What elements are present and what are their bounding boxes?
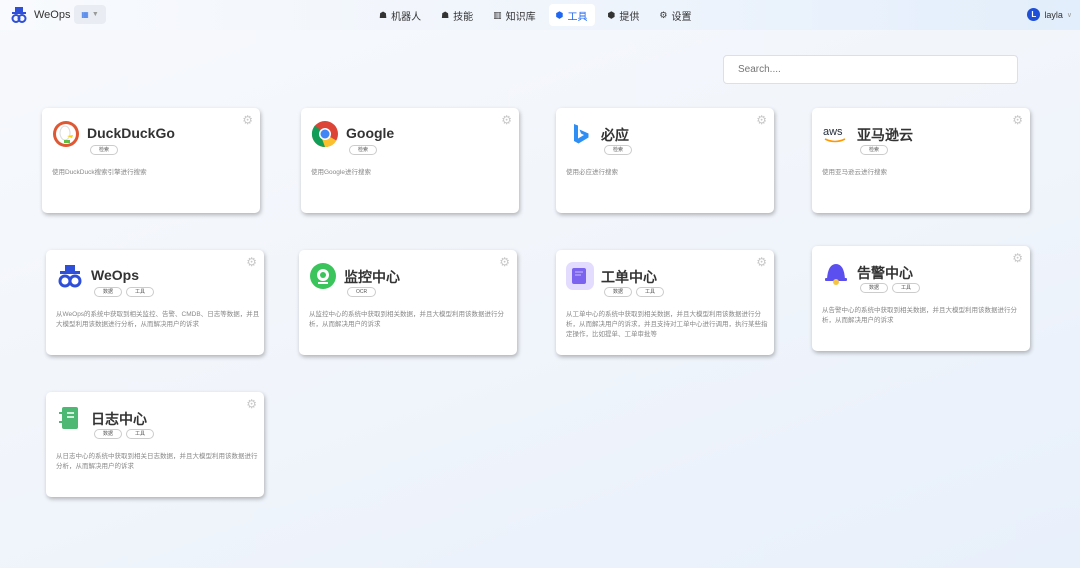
- nav-tab-3[interactable]: ⬢ 工具: [548, 4, 595, 26]
- skill-icon: ☗: [441, 9, 450, 20]
- nav-tab-2[interactable]: ▥ 知识库: [486, 4, 543, 26]
- tag-badge: 工具: [892, 283, 921, 293]
- gear-icon[interactable]: ⚙: [242, 113, 253, 127]
- tool-description: 从告警中心的系统中获取到相关数据，并且大模型利用该数据进行分析，从而解决用户的诉…: [822, 307, 1017, 324]
- tag-list: 检索: [860, 145, 889, 155]
- gear-icon[interactable]: ⚙: [1012, 251, 1023, 265]
- tag-badge: 工具: [636, 287, 665, 297]
- tool-description: 从日志中心的系统中获取到相关日志数据，并且大模型利用该数据进行分析，从而解决用户…: [56, 453, 258, 470]
- tag-list: 检索: [604, 145, 633, 155]
- tag-list: 数据 工具: [604, 287, 665, 297]
- tag-badge: 数据: [94, 429, 123, 439]
- aws-logo-icon: aws: [822, 120, 850, 148]
- tag-badge: 数据: [94, 287, 123, 297]
- tool-title: DuckDuckGo: [87, 125, 175, 141]
- brand-name: WeOps: [34, 9, 71, 21]
- gear-icon: ⚙: [659, 9, 668, 20]
- tool-title: WeOps: [91, 267, 139, 283]
- robot-icon: ☗: [379, 9, 388, 20]
- nav-tab-5[interactable]: ⚙ 设置: [652, 4, 698, 26]
- nav-tab-1[interactable]: ☗ 技能: [434, 4, 480, 26]
- tag-badge: 检索: [90, 145, 119, 155]
- bell-icon-icon: [822, 258, 850, 286]
- tool-card[interactable]: ⚙ 工单中心 数据 工具 从工单中心的系统中获取到相关数据，并且大模型利用该数据进…: [556, 250, 774, 355]
- tool-description: 从WeOps的系统中获取到相关监控、告警、CMDB、日志等数据，并且大模型利用该…: [56, 311, 260, 328]
- nav-tab-label: 机器人: [391, 11, 422, 23]
- tool-description: 使用必应进行搜索: [566, 169, 618, 176]
- monitor-icon-icon: [309, 262, 337, 290]
- tool-title: 监控中心: [344, 269, 400, 285]
- gear-icon[interactable]: ⚙: [246, 255, 257, 269]
- chrome-logo-icon: [311, 120, 339, 148]
- tool-description: 使用DuckDuck搜索引擎进行搜索: [52, 169, 147, 176]
- tool-title: 亚马逊云: [857, 127, 913, 143]
- tool-title: 必应: [601, 127, 629, 143]
- tool-card[interactable]: ⚙ aws 亚马逊云 检索 使用亚马逊云进行搜索: [812, 108, 1030, 213]
- tool-description: 使用亚马逊云进行搜索: [822, 169, 887, 176]
- tool-card[interactable]: ⚙ WeOps 数据 工具 从WeOps的系统中获取到相关监控、告警、CMDB、日…: [46, 250, 264, 355]
- nav-tab-0[interactable]: ☗ 机器人: [372, 4, 428, 26]
- tool-title: Google: [346, 125, 395, 141]
- tag-list: 数据 工具: [94, 287, 155, 297]
- tool-description: 从监控中心的系统中获取到相关数据，并且大模型利用该数据进行分析，从而解决用户的诉…: [309, 311, 504, 328]
- provider-icon: ⬢: [607, 9, 616, 20]
- chevron-down-icon: ▼: [91, 11, 99, 18]
- app-switcher[interactable]: ▦ ▼: [74, 5, 106, 24]
- nav-tab-4[interactable]: ⬢ 提供: [601, 4, 647, 26]
- tag-badge: 检索: [349, 145, 378, 155]
- main-nav: ☗ 机器人 ☗ 技能 ▥ 知识库 ⬢ 工具 ⬢ 提供 ⚙ 设置: [372, 4, 698, 26]
- gear-icon[interactable]: ⚙: [756, 113, 767, 127]
- nav-tab-label: 技能: [453, 11, 474, 23]
- tool-title: 工单中心: [601, 269, 657, 285]
- chevron-down-icon: ∨: [1066, 11, 1072, 19]
- tag-list: 数据 工具: [94, 429, 155, 439]
- gear-icon[interactable]: ⚙: [499, 255, 510, 269]
- tool-title: 告警中心: [857, 265, 913, 281]
- tool-card[interactable]: ⚙ 告警中心 数据 工具 从告警中心的系统中获取到相关数据，并且大模型利用该数据进…: [812, 246, 1030, 351]
- gear-icon[interactable]: ⚙: [246, 397, 257, 411]
- nav-tab-label: 知识库: [505, 11, 536, 23]
- username: layla: [1044, 9, 1063, 20]
- tool-description: 从工单中心的系统中获取到相关数据，并且大模型利用该数据进行分析，从而解决用户的诉…: [566, 311, 768, 338]
- avatar: L: [1027, 8, 1041, 21]
- tag-badge: 数据: [860, 283, 889, 293]
- gear-icon[interactable]: ⚙: [756, 255, 767, 269]
- gear-icon[interactable]: ⚙: [1012, 113, 1023, 127]
- tag-badge: 检索: [860, 145, 889, 155]
- tool-card[interactable]: ⚙ 日志中心 数据 工具 从日志中心的系统中获取到相关日志数据，并且大模型利用该数…: [46, 392, 264, 497]
- tag-badge: 工具: [126, 429, 155, 439]
- search-input[interactable]: [723, 55, 1018, 84]
- log-icon-icon: [56, 404, 84, 432]
- tool-card[interactable]: ⚙ 必应 检索 使用必应进行搜索: [556, 108, 774, 213]
- tag-badge: 工具: [126, 287, 155, 297]
- tool-card[interactable]: ⚙ Google 检索 使用Google进行搜索: [301, 108, 519, 213]
- tag-badge: 数据: [604, 287, 633, 297]
- tag-badge: 检索: [604, 145, 633, 155]
- library-icon: ▥: [493, 9, 502, 20]
- top-bar: WeOps ▦ ▼ ☗ 机器人 ☗ 技能 ▥ 知识库 ⬢ 工具 ⬢ 提供 ⚙ 设置 L layla ∨: [0, 0, 1080, 30]
- svg-text:aws: aws: [823, 126, 843, 138]
- grid-icon: ▦: [81, 10, 89, 19]
- tag-list: OCR: [347, 287, 377, 297]
- weops-logo-icon[interactable]: [10, 6, 28, 24]
- tool-card[interactable]: ⚙ 监控中心 OCR 从监控中心的系统中获取到相关数据，并且大模型利用该数据进行…: [299, 250, 517, 355]
- tag-list: 数据 工具: [860, 283, 921, 293]
- nav-tab-label: 提供: [619, 11, 640, 23]
- tag-list: 检索: [349, 145, 378, 155]
- tool-description: 使用Google进行搜索: [311, 169, 371, 176]
- bing-logo-icon: [566, 120, 594, 148]
- user-menu[interactable]: L layla ∨: [1027, 8, 1072, 21]
- tool-title: 日志中心: [91, 411, 147, 427]
- duckduckgo-logo-icon: [52, 120, 80, 148]
- gear-icon[interactable]: ⚙: [501, 113, 512, 127]
- tool-card[interactable]: ⚙ DuckDuckGo 检索 使用DuckDuck搜索引擎进行搜索: [42, 108, 260, 213]
- tag-list: 检索: [90, 145, 119, 155]
- tool-icon: ⬢: [555, 9, 564, 20]
- nav-tab-label: 工具: [567, 11, 588, 23]
- tag-badge: OCR: [347, 287, 377, 297]
- nav-tab-label: 设置: [671, 11, 692, 23]
- ticket-icon-icon: [566, 262, 594, 290]
- weops-logo-icon: [56, 262, 84, 290]
